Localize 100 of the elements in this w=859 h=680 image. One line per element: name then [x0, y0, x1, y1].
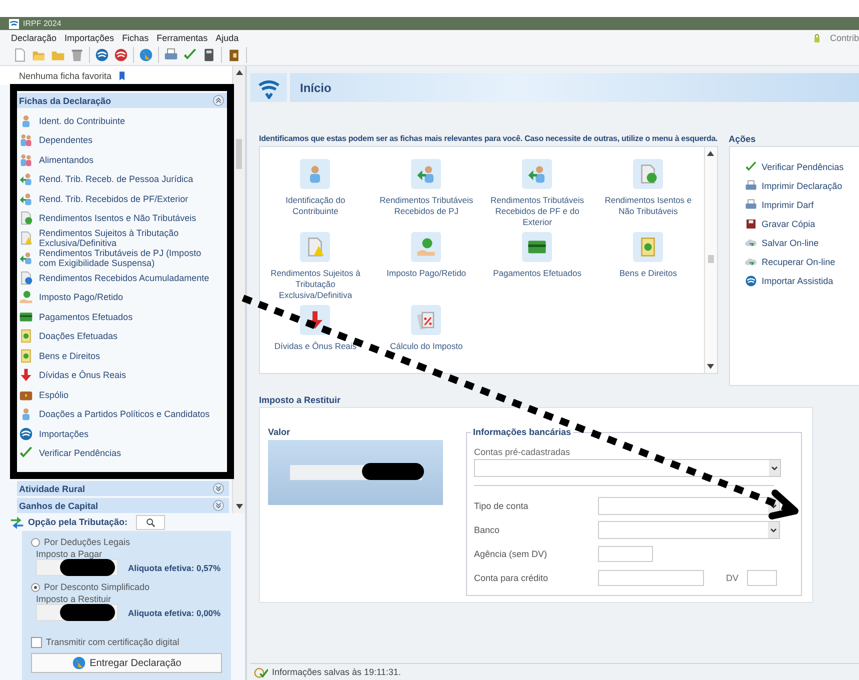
document-icon	[19, 270, 33, 285]
section-header[interactable]: Ganhos de Capital	[17, 498, 229, 513]
field-label: Conta para crédito	[474, 573, 550, 583]
form-tile[interactable]: Rendimentos Sujeitos à Tributação Exclusiva/Definitiva	[260, 232, 371, 301]
form-tile[interactable]: Dívidas e Ônus Reais	[260, 305, 371, 352]
document-check-icon	[638, 164, 658, 184]
radio-label: Por Desconto Simplificado	[44, 582, 150, 592]
form-tile[interactable]: Imposto Pago/Retido	[370, 232, 482, 301]
sidebar-item[interactable]: Doações Efetuadas	[16, 326, 230, 346]
scroll-down-icon[interactable]	[707, 364, 714, 369]
sidebar-item[interactable]: Rendimentos Recebidos Acumuladamente	[16, 268, 230, 288]
calculator-icon[interactable]	[202, 48, 216, 62]
action-link[interactable]: Salvar On-line	[730, 235, 859, 251]
rate-text: Aliquota efetiva: 0,00%	[128, 608, 221, 618]
action-link[interactable]: Recuperar On-line	[730, 254, 859, 270]
person-arrow-icon	[416, 164, 436, 184]
document-warning-icon	[19, 231, 33, 245]
refresh-icon[interactable]	[114, 48, 128, 62]
person-arrow-icon	[19, 192, 33, 206]
person-arrow-icon	[527, 164, 548, 184]
sidebar-item[interactable]: Rendimentos Isentos e Não Tributáveis	[16, 208, 230, 228]
search-button[interactable]	[136, 514, 165, 530]
menu-item[interactable]: Declaração	[11, 32, 57, 42]
page-title: Início	[300, 80, 332, 94]
menu-item[interactable]: Ajuda	[216, 32, 239, 42]
field-label: Valor	[268, 427, 292, 439]
section-header[interactable]: Atividade Rural	[17, 481, 229, 496]
input-field[interactable]	[598, 546, 653, 562]
swap-arrows-icon	[10, 515, 24, 529]
globe-icon	[72, 656, 86, 670]
input-field[interactable]	[746, 570, 777, 586]
scroll-down-icon[interactable]	[236, 504, 242, 509]
sync-icon[interactable]	[95, 48, 109, 62]
form-tile[interactable]: Pagamentos Efetuados	[482, 232, 593, 301]
printer-icon[interactable]	[164, 48, 178, 62]
submit-button[interactable]: Entregar Declaração	[31, 653, 222, 673]
input-field[interactable]	[598, 570, 704, 586]
sidebar-item[interactable]: Doações a Partidos Políticos e Candidatos	[16, 404, 230, 424]
trash-icon[interactable]	[70, 48, 84, 62]
form-tile[interactable]: Cálculo do Imposto	[370, 305, 482, 352]
sidebar-item[interactable]: Imposto Pago/Retido	[16, 288, 230, 307]
sidebar-item[interactable]: Ident. do Contribuinte	[16, 111, 230, 130]
checkbox[interactable]	[31, 636, 42, 648]
scroll-thumb[interactable]	[236, 139, 242, 169]
form-tile[interactable]: Rendimentos Isentos e Não Tributáveis	[592, 159, 704, 228]
action-link[interactable]: Gravar Cópia	[730, 216, 859, 232]
checkmark-icon[interactable]	[183, 48, 197, 62]
action-link[interactable]: Importar Assistida	[730, 273, 859, 289]
section-header[interactable]: Fichas da Declaração	[17, 93, 229, 108]
person-arrow-icon	[19, 172, 33, 186]
coin-document-icon	[19, 329, 33, 344]
dropdown[interactable]	[598, 497, 780, 515]
sidebar-item[interactable]: Rend. Trib. Recebidos de PF/Exterior	[16, 189, 230, 208]
form-tile[interactable]: Identificação do Contribuinte	[260, 159, 371, 228]
radio-button[interactable]	[31, 582, 40, 592]
sidebar-item[interactable]: Rendimentos Tributáveis de PJ (Imposto com Exigibilidade Suspensa)	[16, 248, 230, 268]
amount-field[interactable]	[36, 604, 118, 621]
hand-coin-icon	[19, 290, 33, 304]
sidebar-item[interactable]: Espólio	[16, 385, 230, 404]
lock-icon	[812, 32, 822, 42]
sidebar-item[interactable]: Rend. Trib. Receb. de Pessoa Jurídica	[16, 170, 230, 189]
amount-field[interactable]	[36, 559, 118, 576]
people-icon	[19, 133, 33, 148]
new-document-icon[interactable]	[13, 48, 27, 62]
section-title: Ações	[728, 134, 757, 146]
radio-button[interactable]	[31, 538, 40, 546]
scroll-up-icon[interactable]	[236, 70, 242, 75]
bookmark-icon[interactable]	[116, 70, 127, 80]
menu-item[interactable]: Ferramentas	[156, 32, 208, 42]
sidebar-item[interactable]: Alimentandos	[16, 150, 230, 170]
scroll-up-icon[interactable]	[707, 151, 714, 156]
sidebar-item[interactable]: Importações	[16, 424, 230, 444]
sidebar-item[interactable]: Bens e Direitos	[16, 346, 230, 366]
form-tile[interactable]: Rendimentos Tributáveis Recebidos de PJ	[370, 159, 482, 228]
action-link[interactable]: Verificar Pendências	[730, 159, 859, 175]
dropdown[interactable]	[474, 459, 781, 477]
sidebar-item[interactable]: Verificar Pendências	[16, 444, 230, 463]
menu-item[interactable]: Importações	[64, 32, 114, 42]
hand-coin-icon	[416, 237, 436, 257]
sidebar-item[interactable]: Rendimentos Sujeitos à Tributação Exclusiva/Definitiva	[16, 228, 230, 248]
scroll-thumb[interactable]	[708, 255, 714, 263]
scrollbar[interactable]	[704, 147, 717, 373]
menu-item[interactable]: Fichas	[122, 32, 149, 42]
sidebar-item[interactable]: Dependentes	[16, 130, 230, 150]
value-field[interactable]	[290, 465, 422, 480]
group-title: Informações bancárias	[471, 427, 574, 437]
section-title: Imposto a Restituir	[259, 395, 342, 407]
field-label: Tipo de conta	[474, 501, 530, 511]
printer-icon	[744, 199, 757, 211]
document-check-icon	[19, 211, 33, 226]
sidebar-item[interactable]: Pagamentos Efetuados	[16, 307, 230, 326]
status-text: Informações salvas às 19:11:31.	[272, 667, 401, 677]
field-label: DV	[726, 573, 739, 583]
sidebar-item[interactable]: Dívidas e Ônus Reais	[16, 366, 230, 385]
form-tile[interactable]: Rendimentos Tributáveis Recebidos de PF e do Exterior	[482, 159, 593, 228]
action-link[interactable]: Imprimir Declaração	[730, 178, 859, 194]
globe-icon[interactable]	[139, 48, 153, 62]
form-tile[interactable]: Bens e Direitos	[592, 232, 704, 301]
book-icon[interactable]	[227, 48, 241, 62]
action-link[interactable]: Imprimir Darf	[730, 197, 859, 213]
